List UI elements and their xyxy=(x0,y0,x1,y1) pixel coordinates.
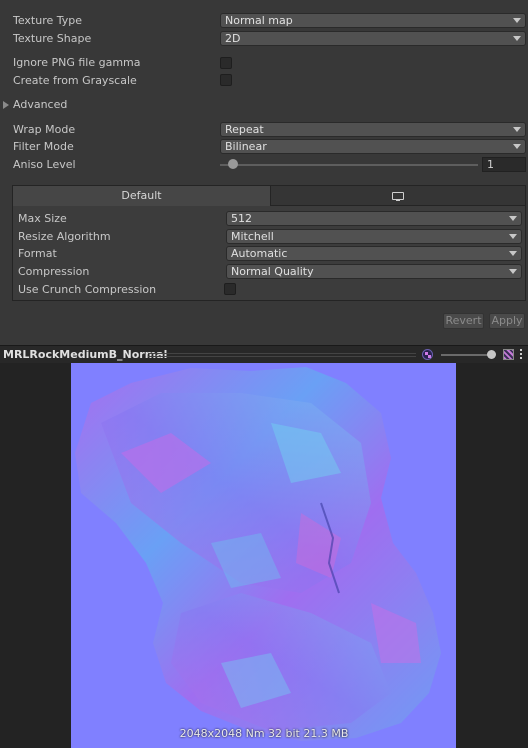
apply-button[interactable]: Apply xyxy=(489,313,525,329)
aniso-slider-track[interactable] xyxy=(220,164,478,166)
wrap-mode-value: Repeat xyxy=(225,123,264,136)
resize-algorithm-label: Resize Algorithm xyxy=(18,230,111,243)
chevron-down-icon xyxy=(513,36,521,41)
color-channel-icon[interactable] xyxy=(422,349,433,360)
chevron-down-icon xyxy=(509,234,517,239)
resize-algorithm-dropdown[interactable]: Mitchell xyxy=(226,229,522,244)
revert-button[interactable]: Revert xyxy=(443,313,484,329)
preview-header: MRLRockMediumB_Normal xyxy=(0,345,528,364)
texture-type-label: Texture Type xyxy=(13,14,83,27)
format-dropdown[interactable]: Automatic xyxy=(226,246,522,261)
texture-type-dropdown[interactable]: Normal map xyxy=(220,13,526,28)
chevron-down-icon xyxy=(513,18,521,23)
create-from-grayscale-checkbox[interactable] xyxy=(220,74,232,86)
more-options-icon[interactable] xyxy=(520,349,523,361)
advanced-label: Advanced xyxy=(13,98,68,111)
normal-map-image xyxy=(71,363,456,748)
filter-mode-dropdown[interactable]: Bilinear xyxy=(220,139,526,154)
filter-mode-label: Filter Mode xyxy=(13,140,74,153)
alpha-toggle-icon[interactable] xyxy=(503,349,514,360)
format-label: Format xyxy=(18,247,57,260)
header-divider xyxy=(148,353,416,357)
crunch-compression-label: Use Crunch Compression xyxy=(18,283,157,296)
ignore-png-gamma-checkbox[interactable] xyxy=(220,57,232,69)
ignore-png-gamma-label: Ignore PNG file gamma xyxy=(13,56,141,69)
texture-type-value: Normal map xyxy=(225,14,293,27)
texture-shape-value: 2D xyxy=(225,32,241,45)
texture-shape-label: Texture Shape xyxy=(13,32,92,45)
tab-default[interactable]: Default xyxy=(13,186,270,206)
resize-algorithm-value: Mitchell xyxy=(231,230,274,243)
mip-slider-handle[interactable] xyxy=(487,350,496,359)
mip-slider-track[interactable] xyxy=(441,354,491,356)
chevron-down-icon xyxy=(513,144,521,149)
platform-settings-panel: Default Max Size 512 Resize Algorithm Mi… xyxy=(12,185,526,301)
chevron-down-icon xyxy=(509,269,517,274)
advanced-foldout[interactable]: Advanced xyxy=(3,97,67,113)
create-from-grayscale-label: Create from Grayscale xyxy=(13,74,137,87)
wrap-mode-dropdown[interactable]: Repeat xyxy=(220,122,526,137)
monitor-icon xyxy=(392,191,404,201)
chevron-down-icon xyxy=(509,251,517,256)
tab-standalone[interactable] xyxy=(270,186,525,206)
max-size-value: 512 xyxy=(231,212,252,225)
compression-dropdown[interactable]: Normal Quality xyxy=(226,264,522,279)
aniso-level-label: Aniso Level xyxy=(13,158,76,171)
compression-value: Normal Quality xyxy=(231,265,314,278)
wrap-mode-label: Wrap Mode xyxy=(13,123,76,136)
compression-label: Compression xyxy=(18,265,90,278)
preview-title: MRLRockMediumB_Normal xyxy=(3,348,168,361)
crunch-compression-checkbox[interactable] xyxy=(224,283,236,295)
chevron-down-icon xyxy=(509,216,517,221)
format-value: Automatic xyxy=(231,247,288,260)
max-size-label: Max Size xyxy=(18,212,67,225)
texture-info-label: 2048x2048 Nm 32 bit 21.3 MB xyxy=(179,727,349,740)
chevron-down-icon xyxy=(513,127,521,132)
texture-preview-area: 2048x2048 Nm 32 bit 21.3 MB xyxy=(0,363,528,748)
aniso-level-field[interactable]: 1 xyxy=(482,157,526,172)
max-size-dropdown[interactable]: 512 xyxy=(226,211,522,226)
aniso-slider-handle[interactable] xyxy=(227,159,238,169)
filter-mode-value: Bilinear xyxy=(225,140,267,153)
triangle-right-icon xyxy=(3,101,9,109)
texture-shape-dropdown[interactable]: 2D xyxy=(220,31,526,46)
